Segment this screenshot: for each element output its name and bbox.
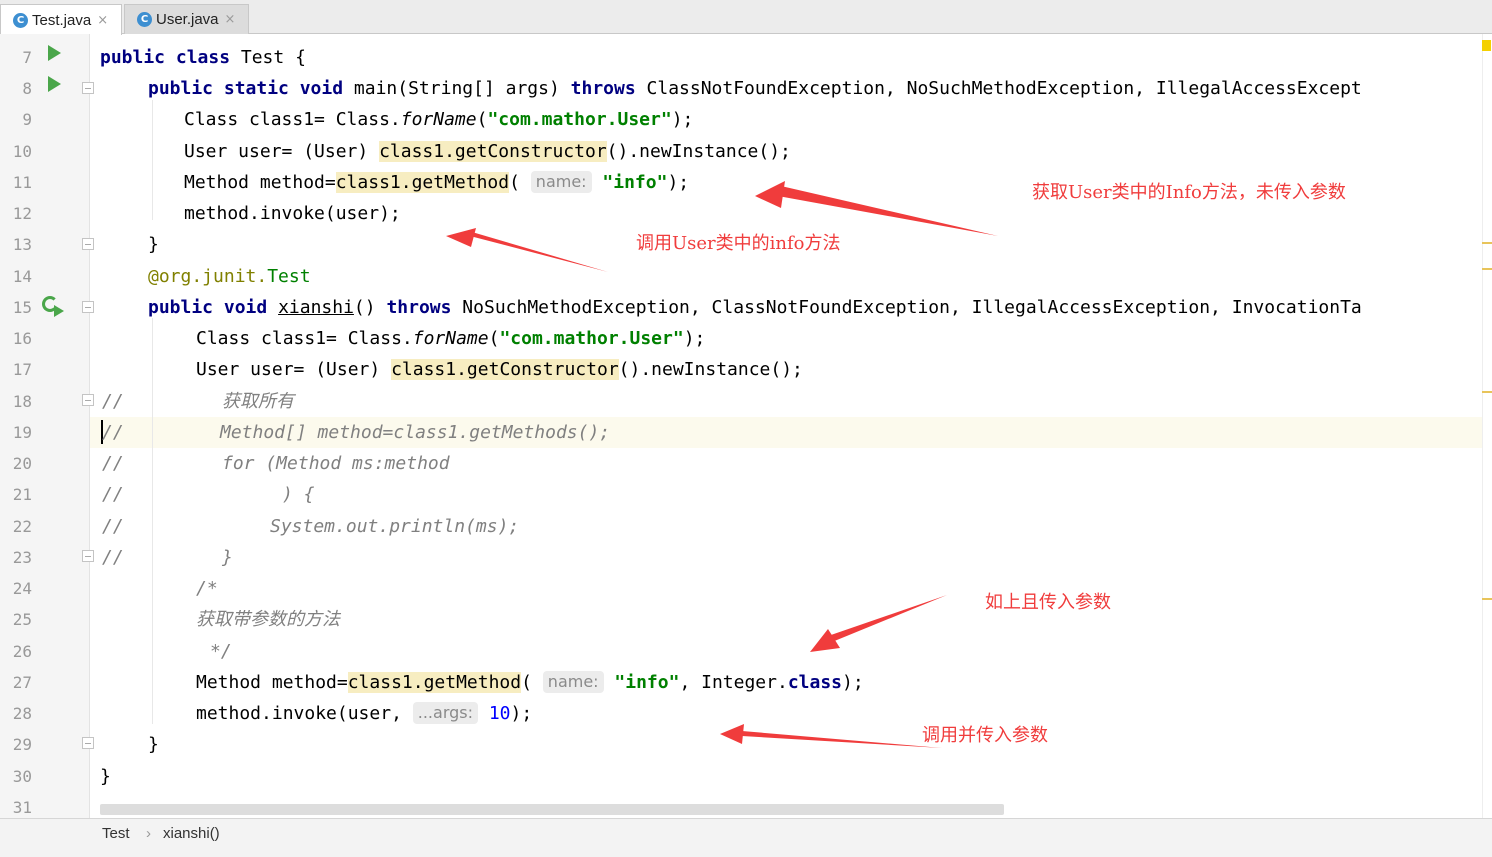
annotation-text: 调用User类中的info方法 — [636, 233, 841, 254]
annotation-text: 调用并传入参数 — [922, 725, 1048, 746]
annotation-text: 如上且传入参数 — [985, 592, 1111, 613]
annotation-arrow-4 — [742, 731, 942, 748]
annotation-arrow-2-head — [446, 228, 476, 247]
annotation-arrow-4-head — [720, 724, 744, 744]
annotation-arrow-3 — [828, 595, 947, 642]
annotation-arrows — [446, 181, 998, 748]
annotation-arrow-2 — [470, 232, 608, 272]
annotation-text: 获取User类中的Info方法，未传入参数 — [1032, 182, 1346, 203]
annotation-arrow-1-head — [755, 181, 785, 208]
